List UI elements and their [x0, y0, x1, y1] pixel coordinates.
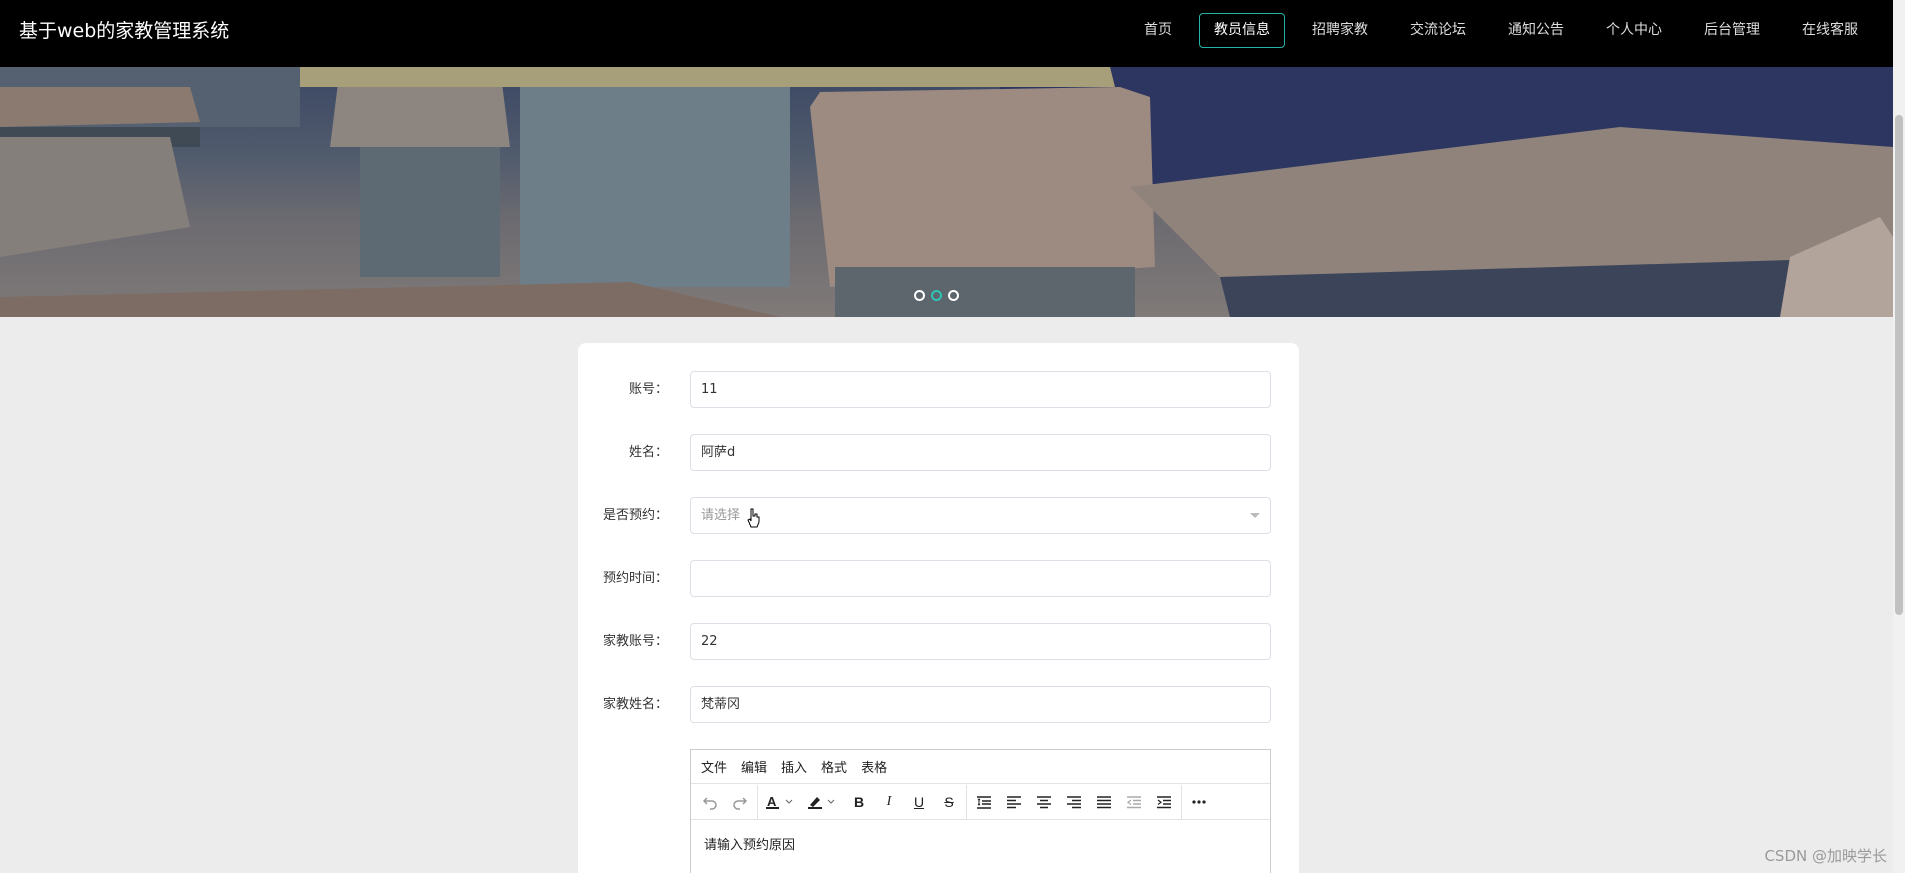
- underline-icon[interactable]: U: [904, 787, 934, 817]
- site-title[interactable]: 基于web的家教管理系统: [19, 19, 229, 43]
- menu-file[interactable]: 文件: [701, 757, 727, 776]
- tutor-account-label: 家教账号：: [602, 634, 668, 649]
- reserved-label: 是否预约：: [602, 508, 668, 523]
- bold-icon[interactable]: B: [844, 787, 874, 817]
- account-label: 账号：: [628, 382, 668, 397]
- indent-icon[interactable]: [1149, 787, 1179, 817]
- editor-toolbar: A B I U S: [691, 784, 1270, 820]
- chevron-down-icon: [1250, 513, 1260, 518]
- reason-rich-editor: 文件 编辑 插入 格式 表格 A B I U S 请输入预约原因: [690, 749, 1271, 873]
- page-scrollbar[interactable]: [1893, 0, 1905, 873]
- nav-forum[interactable]: 交流论坛: [1395, 13, 1481, 48]
- reserved-select[interactable]: 请选择: [690, 497, 1271, 534]
- editor-content[interactable]: 请输入预约原因: [691, 820, 1270, 867]
- align-justify-icon[interactable]: [1089, 787, 1119, 817]
- scrollbar-thumb[interactable]: [1895, 115, 1903, 615]
- undo-icon[interactable]: [695, 787, 725, 817]
- account-input[interactable]: 11: [690, 371, 1271, 408]
- tutor-name-input[interactable]: 梵蒂冈: [690, 686, 1271, 723]
- name-label: 姓名：: [628, 445, 668, 460]
- carousel-dot-3[interactable]: [948, 290, 959, 301]
- nav-home[interactable]: 首页: [1129, 13, 1187, 48]
- form-row-tutor-name: 家教姓名： 梵蒂冈: [578, 686, 1299, 723]
- name-input[interactable]: 阿萨d: [690, 434, 1271, 471]
- menu-edit[interactable]: 编辑: [741, 757, 767, 776]
- line-height-icon[interactable]: [969, 787, 999, 817]
- hand-cursor-icon: [747, 508, 760, 528]
- reserve-time-input[interactable]: [690, 560, 1271, 597]
- reserved-select-placeholder: 请选择: [701, 508, 741, 523]
- svg-text:A: A: [767, 794, 777, 809]
- italic-icon[interactable]: I: [874, 787, 904, 817]
- align-center-icon[interactable]: [1029, 787, 1059, 817]
- main-nav: 首页 教员信息 招聘家教 交流论坛 通知公告 个人中心 后台管理 在线客服: [1117, 13, 1873, 48]
- carousel-dot-1[interactable]: [914, 290, 925, 301]
- carousel-indicators: [914, 290, 959, 301]
- menu-insert[interactable]: 插入: [781, 757, 807, 776]
- nav-teacher-info[interactable]: 教员信息: [1199, 13, 1285, 48]
- reserve-time-label: 预约时间：: [602, 571, 668, 586]
- nav-admin[interactable]: 后台管理: [1689, 13, 1775, 48]
- form-row-account: 账号： 11: [578, 371, 1299, 408]
- redo-icon[interactable]: [725, 787, 755, 817]
- form-row-reserved: 是否预约： 请选择: [578, 497, 1299, 534]
- highlight-color-icon[interactable]: [802, 787, 844, 817]
- align-right-icon[interactable]: [1059, 787, 1089, 817]
- classroom-illustration: [0, 67, 1893, 317]
- strikethrough-icon[interactable]: S: [934, 787, 964, 817]
- editor-menubar: 文件 编辑 插入 格式 表格: [691, 750, 1270, 784]
- tutor-name-label: 家教姓名：: [602, 697, 668, 712]
- form-row-name: 姓名： 阿萨d: [578, 434, 1299, 471]
- menu-table[interactable]: 表格: [861, 757, 887, 776]
- form-row-tutor-account: 家教账号： 22: [578, 623, 1299, 660]
- align-left-icon[interactable]: [999, 787, 1029, 817]
- tutor-account-input[interactable]: 22: [690, 623, 1271, 660]
- banner-carousel: [0, 67, 1893, 317]
- more-icon[interactable]: [1184, 787, 1214, 817]
- nav-online-service[interactable]: 在线客服: [1787, 13, 1873, 48]
- nav-personal-center[interactable]: 个人中心: [1591, 13, 1677, 48]
- carousel-dot-2[interactable]: [931, 290, 942, 301]
- menu-format[interactable]: 格式: [821, 757, 847, 776]
- outdent-icon[interactable]: [1119, 787, 1149, 817]
- appointment-form: 账号： 11 姓名： 阿萨d 是否预约： 请选择 预约时间： 家教账号： 22 …: [578, 343, 1299, 873]
- nav-notices[interactable]: 通知公告: [1493, 13, 1579, 48]
- watermark: CSDN @加映学长: [1764, 847, 1887, 865]
- form-row-reserve-time: 预约时间：: [578, 560, 1299, 597]
- text-color-icon[interactable]: A: [760, 787, 802, 817]
- nav-recruit-tutor[interactable]: 招聘家教: [1297, 13, 1383, 48]
- top-navbar: 基于web的家教管理系统 首页 教员信息 招聘家教 交流论坛 通知公告 个人中心…: [0, 0, 1893, 67]
